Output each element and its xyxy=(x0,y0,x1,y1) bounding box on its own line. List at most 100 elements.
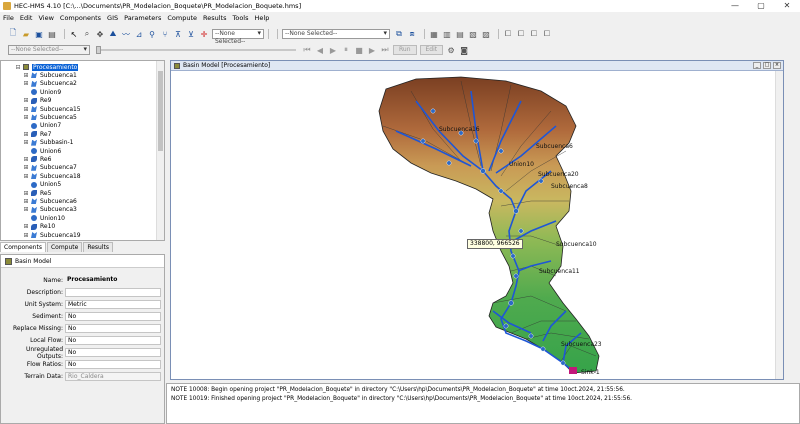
menu-components[interactable]: Components xyxy=(60,14,101,22)
sink-tool-icon[interactable]: ⊻ xyxy=(186,29,196,39)
property-value-field[interactable]: Metric xyxy=(65,299,161,309)
tab-compute[interactable]: Compute xyxy=(46,242,83,252)
watershed-explorer-tree[interactable]: ⊟ Procesamiento ⊞ Subcuenca1 ⊞ Subcuenca2 Unio… xyxy=(0,60,165,241)
tree-item[interactable]: ⊞ Subbasin-1 xyxy=(23,139,73,147)
next-frame-icon[interactable]: ▶ xyxy=(367,45,377,55)
close-button[interactable]: ✕ xyxy=(774,0,800,12)
summary-table-icon[interactable]: ▤ xyxy=(455,29,465,39)
diversion-tool-icon[interactable]: ⑂ xyxy=(160,29,170,39)
gage-tool-icon[interactable]: ✛ xyxy=(199,29,209,39)
menu-parameters[interactable]: Parameters xyxy=(124,14,161,22)
tree-expander-icon[interactable]: ⊞ xyxy=(23,106,29,113)
tree-item[interactable]: ⊞ Re10 xyxy=(23,223,55,231)
tree-expander-icon[interactable]: ⊞ xyxy=(23,198,29,205)
arrow-tool-icon[interactable]: ↖ xyxy=(69,29,79,39)
tree-expander-icon[interactable]: ⊞ xyxy=(23,139,29,146)
tree-item[interactable]: ⊞ Subcuenca7 xyxy=(23,164,76,172)
menu-tools[interactable]: Tools xyxy=(232,14,248,22)
time-slider-knob[interactable] xyxy=(96,46,101,54)
reach-tool-icon[interactable]: 〰 xyxy=(121,29,131,39)
map-minimize-button[interactable]: _ xyxy=(753,62,761,69)
tree-expander-icon[interactable]: ⊞ xyxy=(23,206,29,213)
tree-item[interactable]: ⊞ Subcuenca5 xyxy=(23,113,76,121)
element-table-icon[interactable]: ▨ xyxy=(481,29,491,39)
property-value-field[interactable] xyxy=(65,287,161,297)
tree-item[interactable]: ⊞ Subcuenca1 xyxy=(23,71,76,79)
tree-item[interactable]: ⊞ Re7 xyxy=(23,130,51,138)
first-frame-icon[interactable]: ⏮ xyxy=(302,45,312,55)
basin-map[interactable]: Subcuenca16 Subcuenca6 Union10 Subcuenca… xyxy=(171,71,777,379)
tree-expander-icon[interactable]: ⊞ xyxy=(23,156,29,163)
tree-item[interactable]: ⊞ Subcuenca6 xyxy=(23,197,76,205)
minimize-button[interactable]: — xyxy=(722,0,748,12)
stop-icon[interactable]: ■ xyxy=(354,45,364,55)
tree-item[interactable]: ⊞ Re9 xyxy=(23,97,51,105)
tree-item[interactable]: ⊟ Procesamiento xyxy=(15,63,79,71)
map-maximize-button[interactable]: □ xyxy=(763,62,771,69)
menu-help[interactable]: Help xyxy=(255,14,270,22)
menu-results[interactable]: Results xyxy=(203,14,226,22)
tree-item[interactable]: ⊞ Subcuenca3 xyxy=(23,206,76,214)
gis-map-icon[interactable]: ⧠ xyxy=(542,29,552,39)
maximize-button[interactable]: ▢ xyxy=(748,0,774,12)
map-close-button[interactable]: × xyxy=(773,62,781,69)
tree-expander-icon[interactable]: ⊞ xyxy=(23,223,29,230)
tree-scrollbar-thumb[interactable] xyxy=(158,71,163,151)
settings-gear-icon[interactable]: ⚙ xyxy=(446,45,456,55)
tree-expander-icon[interactable]: ⊞ xyxy=(23,97,29,104)
tree-item[interactable]: ⊞ Subcuenca19 xyxy=(23,231,80,239)
tree-expander-icon[interactable]: ⊞ xyxy=(23,80,29,87)
tree-item[interactable]: Union6 xyxy=(23,147,61,155)
tree-item[interactable]: ⊞ Subcuenca2 xyxy=(23,80,76,88)
tab-results[interactable]: Results xyxy=(83,242,114,252)
tree-expander-icon[interactable]: ⊞ xyxy=(23,114,29,121)
last-frame-icon[interactable]: ⏭ xyxy=(380,45,390,55)
property-value-field[interactable]: No xyxy=(65,348,161,358)
tree-scrollbar[interactable] xyxy=(156,61,164,240)
run-button[interactable]: Run xyxy=(393,45,417,55)
tree-item[interactable]: Union10 xyxy=(23,214,65,222)
menu-gis[interactable]: GIS xyxy=(107,14,118,22)
property-value-field[interactable]: No xyxy=(65,360,161,370)
menu-view[interactable]: View xyxy=(38,14,53,22)
component-select[interactable]: --None Selected-- xyxy=(212,29,264,45)
pan-icon[interactable]: ✥ xyxy=(95,29,105,39)
junction-tool-icon[interactable]: ⚲ xyxy=(147,29,157,39)
camera-icon[interactable]: ◙ xyxy=(459,45,469,55)
menu-file[interactable]: File xyxy=(3,14,14,22)
gis-terrain-icon[interactable]: ⧠ xyxy=(516,29,526,39)
menu-edit[interactable]: Edit xyxy=(20,14,33,22)
tree-expander-icon[interactable]: ⊞ xyxy=(23,131,29,138)
time-slider[interactable] xyxy=(96,46,296,54)
play-icon[interactable]: ▶ xyxy=(328,45,338,55)
tree-expander-icon[interactable]: ⊞ xyxy=(23,164,29,171)
time-series-icon[interactable]: ▧ xyxy=(468,29,478,39)
tree-item[interactable]: ⊞ Subcuenca15 xyxy=(23,105,80,113)
tree-item[interactable]: ⊞ Re6 xyxy=(23,155,51,163)
tree-item[interactable]: ⊞ Re5 xyxy=(23,189,51,197)
tree-expander-icon[interactable]: ⊞ xyxy=(23,173,29,180)
reservoir-tool-icon[interactable]: ⊿ xyxy=(134,29,144,39)
edit-button[interactable]: Edit xyxy=(419,45,444,55)
property-value-field[interactable]: No xyxy=(65,336,161,345)
tree-expander-icon[interactable]: ⊞ xyxy=(23,190,29,197)
property-value-field[interactable]: No xyxy=(65,311,161,321)
tree-expander-icon[interactable]: ⊟ xyxy=(15,64,21,71)
sink-marker[interactable] xyxy=(569,367,577,374)
tree-item[interactable]: Union5 xyxy=(23,181,61,189)
tab-components[interactable]: Components xyxy=(0,242,46,252)
save-icon[interactable]: ▣ xyxy=(34,29,44,39)
prev-frame-icon[interactable]: ◀ xyxy=(315,45,325,55)
subbasin-tool-icon[interactable]: ⛰ xyxy=(108,29,118,39)
tree-item[interactable]: Union7 xyxy=(23,122,61,130)
gis-layer-icon[interactable]: ⧠ xyxy=(503,29,513,39)
new-file-icon[interactable]: 🗋 xyxy=(8,28,18,39)
print-icon[interactable]: ▤ xyxy=(47,29,57,39)
tree-expander-icon[interactable]: ⊞ xyxy=(23,232,29,239)
property-value-field[interactable]: No xyxy=(65,323,161,333)
pause-icon[interactable]: ⏸ xyxy=(341,45,351,55)
menu-compute[interactable]: Compute xyxy=(167,14,197,22)
compute-run-icon[interactable]: ⧉ xyxy=(394,29,404,39)
tree-expander-icon[interactable]: ⊞ xyxy=(23,72,29,79)
element-select[interactable]: --None Selected-- xyxy=(8,45,90,55)
